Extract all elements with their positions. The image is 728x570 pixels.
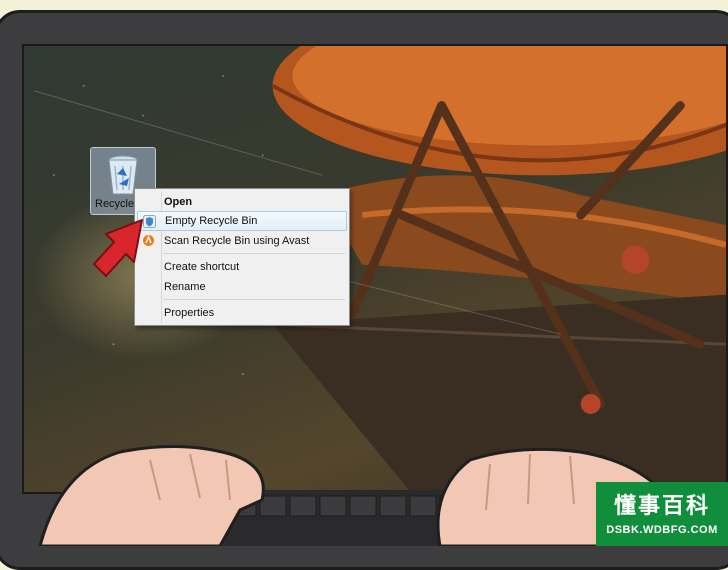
desktop-screen[interactable]: Recycle Open Empty Recycle Bin Scan Recy… (22, 44, 728, 494)
recycle-bin-label: Recycle (95, 198, 135, 210)
menu-separator (163, 253, 345, 254)
watermark-title: 懂事百科 (613, 493, 710, 518)
menu-item-label: Scan Recycle Bin using Avast (164, 235, 310, 247)
menu-item-properties[interactable]: Properties (137, 303, 347, 323)
menu-item-label: Create shortcut (164, 261, 240, 273)
menu-item-open[interactable]: Open (137, 192, 347, 212)
menu-item-rename[interactable]: Rename (137, 277, 347, 297)
menu-item-label: Empty Recycle Bin (165, 215, 258, 227)
pointer-arrow-icon (93, 219, 143, 277)
context-menu: Open Empty Recycle Bin Scan Recycle Bin … (134, 188, 350, 326)
menu-item-label: Rename (164, 281, 206, 293)
menu-item-empty-recycle-bin[interactable]: Empty Recycle Bin (137, 211, 347, 231)
shield-icon (143, 215, 156, 228)
menu-item-label: Open (164, 196, 193, 208)
watermark-badge: 懂事百科 DSBK.WDBFG.COM (596, 482, 728, 546)
menu-item-label: Properties (164, 307, 215, 319)
watermark-url: DSBK.WDBFG.COM (606, 524, 718, 536)
menu-item-create-shortcut[interactable]: Create shortcut (137, 257, 347, 277)
menu-item-scan-avast[interactable]: Scan Recycle Bin using Avast (137, 231, 347, 251)
menu-separator (163, 299, 345, 300)
